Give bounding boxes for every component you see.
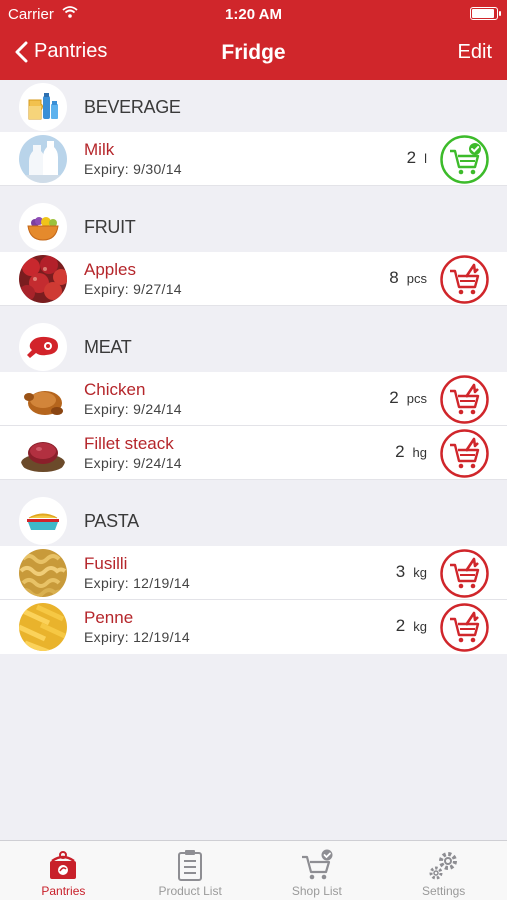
tab-shop-list[interactable]: Shop List [254,841,381,900]
tab-bar: Pantries Product List Shop List Settings [0,840,507,900]
section-header-beverage: BEVERAGE [0,80,507,132]
milk-thumbnail [19,135,67,183]
edit-button[interactable]: Edit [458,41,492,64]
tab-settings[interactable]: Settings [380,841,507,900]
section-label: BEVERAGE [84,97,181,117]
shop-list-icon [254,841,381,881]
item-expiry: Expiry: 12/19/14 [84,575,190,591]
section-label: FRUIT [84,217,136,237]
quantity-value: 2 [389,388,399,407]
add-to-cart-button[interactable] [440,549,489,598]
cart-add-icon [440,255,489,304]
item-expiry: Expiry: 12/19/14 [84,629,190,645]
cart-check-icon [440,135,489,184]
fusilli-thumbnail [19,549,67,597]
quantity-unit: kg [413,565,427,580]
item-expiry: Expiry: 9/30/14 [84,161,182,177]
quantity-value: 2 [395,616,406,635]
settings-icon [380,841,507,881]
item-quantity: 2 kg [396,616,427,636]
status-bar: Carrier 1:20 AM [0,0,507,28]
item-row-penne[interactable]: Penne Expiry: 12/19/14 2 kg [0,600,507,654]
item-name: Fusilli [84,554,128,573]
pantries-icon [0,841,127,881]
item-quantity: 3 kg [396,562,427,582]
fruit-icon [19,203,67,251]
quantity-unit: kg [413,619,427,634]
section-header-fruit: FRUIT [0,200,507,252]
quantity-unit: l [424,151,427,166]
cart-add-icon [440,429,489,478]
tab-pantries[interactable]: Pantries [0,841,127,900]
add-to-cart-button[interactable] [440,429,489,478]
pantry-list: BEVERAGE Milk Expiry: 9/30/14 2 l FRUIT … [0,80,507,654]
cart-add-icon [440,549,489,598]
chicken-thumbnail [19,375,67,423]
cart-add-icon [440,603,489,652]
steak-thumbnail [19,429,67,477]
item-quantity: 2 l [407,148,427,168]
item-name: Penne [84,608,134,627]
section-label: MEAT [84,337,132,357]
item-quantity: 2 hg [395,442,427,462]
beverage-icon [19,83,67,131]
add-to-cart-button[interactable] [440,603,489,652]
quantity-value: 2 [406,148,417,167]
section-header-pasta: PASTA [0,494,507,546]
item-expiry: Expiry: 9/24/14 [84,455,182,471]
tab-label: Settings [421,884,466,898]
page-title: Fridge [221,41,286,64]
item-row-milk[interactable]: Milk Expiry: 9/30/14 2 l [0,132,507,186]
navigation-bar: Pantries Fridge Edit [0,28,507,80]
item-expiry: Expiry: 9/27/14 [84,281,182,297]
item-quantity: 2 pcs [389,388,427,408]
item-row-fillet-steack[interactable]: Fillet steack Expiry: 9/24/14 2 hg [0,426,507,480]
quantity-unit: pcs [406,391,427,406]
item-name: Fillet steack [84,434,174,453]
item-name: Apples [84,260,136,279]
item-row-chicken[interactable]: Chicken Expiry: 9/24/14 2 pcs [0,372,507,426]
tab-label: Shop List [291,884,342,898]
item-name: Milk [84,140,115,159]
add-to-cart-button[interactable] [440,255,489,304]
quantity-unit: hg [412,445,427,460]
section-header-meat: MEAT [0,320,507,372]
item-quantity: 8 pcs [389,268,427,288]
quantity-value: 3 [395,562,406,581]
cart-added-button[interactable] [440,135,489,184]
item-name: Chicken [84,380,146,399]
section-label: PASTA [84,511,139,531]
item-expiry: Expiry: 9/24/14 [84,401,182,417]
tab-product-list[interactable]: Product List [127,841,254,900]
item-row-apples[interactable]: Apples Expiry: 9/27/14 8 pcs [0,252,507,306]
add-to-cart-button[interactable] [440,375,489,424]
apples-thumbnail [19,255,67,303]
meat-icon [19,323,67,371]
product-list-icon [127,841,254,881]
clock: 1:20 AM [225,6,282,23]
tab-label: Product List [158,884,222,898]
quantity-unit: pcs [406,271,427,286]
pasta-icon [19,497,67,545]
item-row-fusilli[interactable]: Fusilli Expiry: 12/19/14 3 kg [0,546,507,600]
penne-thumbnail [19,603,67,651]
tab-label: Pantries [41,884,86,898]
quantity-value: 2 [395,442,405,461]
battery-icon [470,7,501,20]
quantity-value: 8 [389,268,399,287]
cart-add-icon [440,375,489,424]
